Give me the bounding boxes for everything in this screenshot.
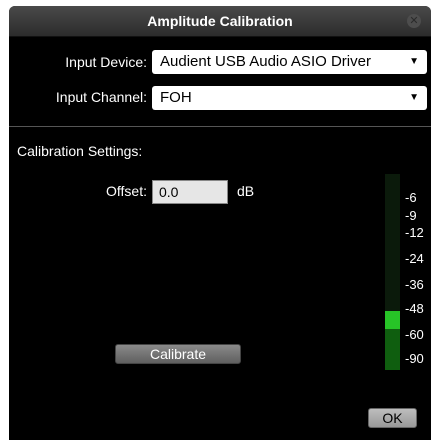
input-channel-dropdown[interactable]: FOH ▼: [152, 86, 427, 110]
input-channel-label: Input Channel:: [55, 89, 147, 105]
meter-scale-label: -9: [405, 208, 417, 223]
calibrate-button[interactable]: Calibrate: [115, 344, 241, 364]
offset-input[interactable]: 0.0: [152, 180, 228, 204]
input-device-dropdown[interactable]: Audient USB Audio ASIO Driver ▼: [152, 50, 427, 74]
calibration-window: Amplitude Calibration ✕ Input Device: Au…: [9, 6, 431, 440]
title-bar: Amplitude Calibration ✕: [9, 6, 431, 37]
chevron-down-icon: ▼: [409, 92, 419, 103]
meter-scale-label: -60: [405, 327, 424, 342]
close-icon[interactable]: ✕: [407, 14, 421, 28]
level-meter-active-fill: [385, 311, 400, 329]
window-title: Amplitude Calibration: [147, 13, 293, 29]
meter-scale-label: -12: [405, 225, 424, 240]
section-divider: [9, 126, 431, 127]
offset-label: Offset:: [106, 183, 147, 199]
level-meter: [385, 174, 400, 370]
input-device-label: Input Device:: [65, 54, 147, 70]
chevron-down-icon: ▼: [409, 56, 419, 67]
calibration-settings-title: Calibration Settings:: [17, 143, 143, 159]
meter-scale-label: -90: [405, 351, 424, 366]
meter-scale-label: -36: [405, 277, 424, 292]
input-channel-value: FOH: [160, 89, 192, 106]
meter-scale-label: -24: [405, 251, 424, 266]
meter-scale-label: -48: [405, 301, 424, 316]
meter-scale-label: -6: [405, 190, 417, 205]
input-device-value: Audient USB Audio ASIO Driver: [160, 53, 371, 70]
offset-unit: dB: [237, 183, 255, 199]
ok-button[interactable]: OK: [368, 408, 417, 428]
level-meter-low-fill: [385, 329, 400, 370]
